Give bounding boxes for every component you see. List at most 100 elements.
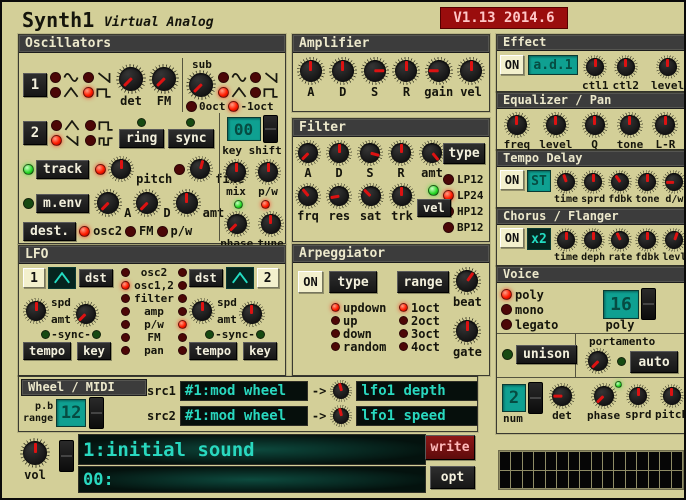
src2-target-display[interactable]: lfo1 speed (356, 406, 478, 426)
osc1-button[interactable]: 1 (23, 73, 47, 97)
filter-attack-knob[interactable] (295, 140, 321, 166)
ring-button[interactable]: ring (119, 129, 164, 148)
lfo2-target-pw-led[interactable] (178, 320, 187, 329)
osc2-saw-led[interactable] (51, 135, 62, 146)
lfo2-speed-knob[interactable] (189, 298, 215, 324)
dest-pw-led[interactable] (157, 226, 168, 237)
lfo1-amount-knob[interactable] (73, 301, 99, 327)
eq-q-knob[interactable] (582, 112, 608, 138)
lfo2-target-fm-led[interactable] (178, 333, 187, 342)
lfo1-target-filter-led[interactable] (121, 294, 130, 303)
lfo1-dst-button[interactable]: dst (79, 269, 113, 287)
voice-poly-led[interactable] (501, 289, 512, 300)
pb-range-slider[interactable] (89, 397, 104, 429)
osc2-fine-knob[interactable] (187, 156, 213, 182)
pan-lr-knob[interactable] (652, 112, 678, 138)
dest-osc2-led[interactable] (79, 226, 90, 237)
amp-release-knob[interactable] (392, 57, 420, 85)
osc2-triangle-led[interactable] (51, 120, 62, 131)
lfo1-speed-knob[interactable] (23, 298, 49, 324)
menv-attack-knob[interactable] (94, 189, 122, 217)
unison-phase-knob[interactable] (591, 383, 617, 409)
src2-amount-knob[interactable] (330, 405, 352, 427)
chorus-depth-knob[interactable] (581, 228, 605, 252)
effect-ctl2-knob[interactable] (614, 55, 638, 79)
osc2-pitch-knob[interactable] (108, 156, 134, 182)
delay-mode-display[interactable]: ST (527, 170, 551, 192)
keyshift-slider[interactable] (263, 115, 278, 143)
dest-fm-led[interactable] (125, 226, 136, 237)
filter-sustain-knob[interactable] (357, 140, 383, 166)
eq-freq-knob[interactable] (504, 112, 530, 138)
osc1-saw-led[interactable] (83, 72, 94, 83)
lfo1-target-pw-led[interactable] (121, 320, 130, 329)
arp-on-button[interactable]: ON (298, 271, 323, 293)
lfo2-button[interactable]: 2 (257, 268, 279, 288)
filter-freq-knob[interactable] (295, 183, 321, 209)
polyphony-slider[interactable] (641, 288, 656, 320)
preset-select-slider[interactable] (59, 440, 74, 472)
arp-down-led[interactable] (331, 329, 340, 338)
arp-3oct-led[interactable] (399, 329, 408, 338)
chorus-level-knob[interactable] (662, 228, 686, 252)
track-button[interactable]: track (36, 160, 89, 179)
filter-trk-knob[interactable] (389, 183, 415, 209)
arp-2oct-led[interactable] (399, 316, 408, 325)
amp-decay-knob[interactable] (329, 57, 357, 85)
delay-time-knob[interactable] (554, 170, 578, 194)
portamento-auto-button[interactable]: auto (630, 351, 678, 373)
lfo1-target-fm-led[interactable] (121, 333, 130, 342)
lfo1-target-pan-led[interactable] (121, 346, 130, 355)
menv-button[interactable]: m.env (36, 194, 89, 213)
sub-level-knob[interactable] (186, 70, 216, 100)
portamento-knob[interactable] (585, 348, 611, 374)
voice-legato-led[interactable] (501, 319, 512, 330)
unison-detune-knob[interactable] (549, 383, 575, 409)
sub-sine-led[interactable] (218, 72, 229, 83)
eq-level-knob[interactable] (543, 112, 569, 138)
lfo1-tempo-button[interactable]: tempo (23, 342, 71, 360)
filter-amount-knob[interactable] (419, 140, 445, 166)
effect-level-knob[interactable] (656, 55, 680, 79)
filter-vel-button[interactable]: vel (417, 199, 451, 217)
write-button[interactable]: write (425, 435, 475, 460)
lfo2-dst-button[interactable]: dst (189, 269, 223, 287)
effect-ctl1-knob[interactable] (583, 55, 607, 79)
filter-sat-knob[interactable] (358, 183, 384, 209)
lfo2-wave-display[interactable] (226, 267, 254, 289)
src2-source-display[interactable]: #1:mod wheel (180, 406, 308, 426)
volume-knob[interactable] (20, 438, 50, 468)
delay-feedback-knob[interactable] (608, 170, 632, 194)
delay-spread-knob[interactable] (581, 170, 605, 194)
chorus-on-button[interactable]: ON (500, 228, 524, 248)
osc-pw-knob[interactable] (255, 159, 281, 185)
lfo1-key-button[interactable]: key (77, 342, 111, 360)
osc-mix-knob[interactable] (223, 159, 249, 185)
sub-square-led[interactable] (250, 87, 261, 98)
preset-name-display[interactable]: 1:initial sound (78, 434, 426, 465)
osc-tune-knob[interactable] (258, 211, 284, 237)
sub-triangle-led[interactable] (218, 87, 229, 98)
src1-amount-knob[interactable] (330, 380, 352, 402)
menv-decay-knob[interactable] (133, 189, 161, 217)
osc-fm-knob[interactable] (149, 64, 179, 94)
menv-amount-knob[interactable] (173, 189, 201, 217)
osc-phase-knob[interactable] (224, 211, 250, 237)
filter-res-knob[interactable] (326, 183, 352, 209)
lfo2-target-filter-led[interactable] (178, 294, 187, 303)
voice-mono-led[interactable] (501, 304, 512, 315)
lfo2-key-button[interactable]: key (243, 342, 277, 360)
chorus-rate-knob[interactable] (608, 228, 632, 252)
delay-tone-knob[interactable] (635, 170, 659, 194)
amp-gain-knob[interactable] (425, 57, 453, 85)
arp-updown-led[interactable] (331, 303, 340, 312)
filter-decay-knob[interactable] (326, 140, 352, 166)
arp-up-led[interactable] (331, 316, 340, 325)
sync-button[interactable]: sync (168, 129, 213, 148)
dest-button[interactable]: dest. (23, 222, 76, 241)
effect-on-button[interactable]: ON (500, 55, 524, 75)
osc1-square-led[interactable] (83, 87, 94, 98)
preset-bank-display[interactable]: 00: (78, 466, 426, 493)
lfo1-target-amp-led[interactable] (121, 307, 130, 316)
filter-release-knob[interactable] (388, 140, 414, 166)
